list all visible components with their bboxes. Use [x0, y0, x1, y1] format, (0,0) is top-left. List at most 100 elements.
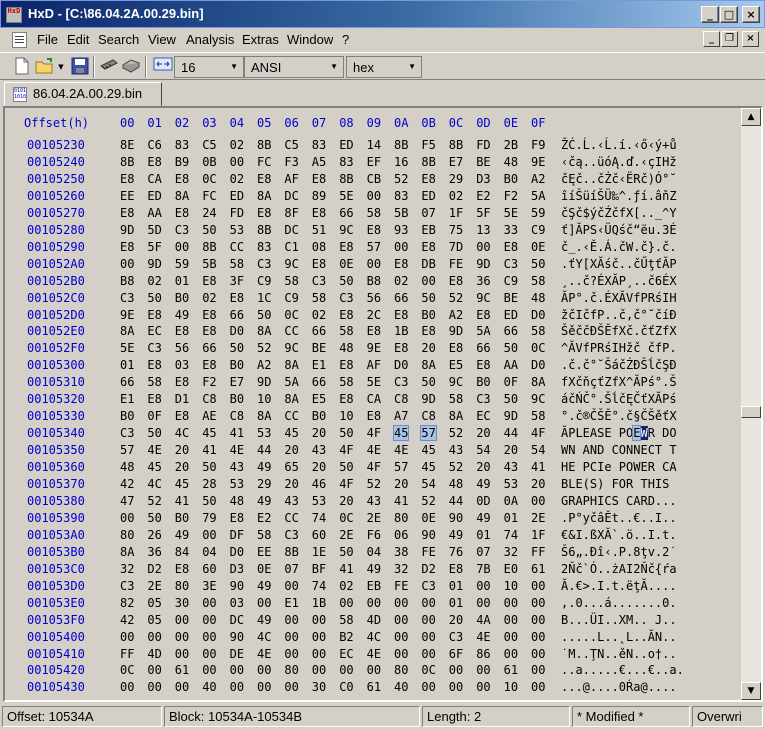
hex-byte[interactable]: E8 [147, 358, 161, 372]
hex-byte[interactable]: 79 [202, 511, 216, 525]
hex-byte[interactable]: 8B [257, 223, 271, 237]
hex-byte[interactable]: 00 [421, 680, 435, 694]
row-text[interactable]: Š6„.Đî‹.P.8ţv.2˙ [561, 545, 677, 559]
hex-byte[interactable]: E1 [120, 392, 134, 406]
hex-byte[interactable]: 5E [367, 375, 381, 389]
hex-byte[interactable]: 03 [175, 358, 189, 372]
hex-byte[interactable]: ED [147, 189, 161, 203]
hex-byte[interactable]: 20 [284, 477, 298, 491]
hex-byte[interactable]: 00 [147, 630, 161, 644]
hex-byte[interactable]: 8A [257, 409, 271, 423]
hex-byte[interactable]: 7D [449, 240, 463, 254]
hex-byte[interactable]: D0 [230, 545, 244, 559]
hex-byte[interactable]: 00 [394, 596, 408, 610]
hex-byte[interactable]: E8 [394, 308, 408, 322]
hex-byte[interactable]: 41 [339, 562, 353, 576]
hex-byte[interactable]: 51 [312, 223, 326, 237]
hex-row[interactable]: 001053C0 32 D2 E8 60 D3 0E 07 BF 41 49 32 D2 E8 7B E0 61… [5, 562, 741, 579]
scroll-up-button[interactable]: ▲ [741, 108, 761, 126]
tab-file[interactable]: 0101 1010 86.04.2A.00.29.bin [4, 82, 162, 106]
hex-byte[interactable]: 93 [394, 223, 408, 237]
hex-byte[interactable]: 02 [312, 308, 326, 322]
hex-byte[interactable]: 8A [257, 324, 271, 338]
hex-byte[interactable]: 9E [120, 308, 134, 322]
hex-byte[interactable]: E8 [449, 274, 463, 288]
menu-search[interactable]: Search [98, 32, 139, 47]
hex-byte[interactable]: 48 [531, 291, 545, 305]
hex-byte[interactable]: 50 [339, 460, 353, 474]
hex-byte[interactable]: C8 [230, 409, 244, 423]
hex-byte[interactable]: 01 [504, 511, 518, 525]
hex-byte[interactable]: 43 [284, 494, 298, 508]
hex-byte[interactable]: 66 [476, 341, 490, 355]
hex-byte[interactable]: EB [421, 223, 435, 237]
hex-byte[interactable]: C9 [531, 223, 545, 237]
mdi-minimize-button[interactable]: _ [703, 31, 720, 47]
hex-byte[interactable]: 58 [339, 613, 353, 627]
row-text[interactable]: Ă.€>.I.t.ëţĂ.... [561, 579, 677, 593]
hex-byte[interactable]: 13 [476, 223, 490, 237]
hex-byte[interactable]: CC [284, 511, 298, 525]
hex-byte[interactable]: 48 [449, 477, 463, 491]
hex-byte[interactable]: 54 [476, 443, 490, 457]
hex-byte[interactable]: C3 [120, 291, 134, 305]
hex-byte[interactable]: 47 [120, 494, 134, 508]
row-text[interactable]: ¸..č?ÉXĂP¸..č6ÉX [561, 274, 677, 288]
hex-byte[interactable]: 74 [312, 511, 326, 525]
hex-byte[interactable]: 50 [339, 545, 353, 559]
hex-byte[interactable]: 49 [257, 579, 271, 593]
hex-byte[interactable]: 49 [476, 511, 490, 525]
hex-byte[interactable]: 5F [147, 240, 161, 254]
hex-byte[interactable]: 66 [202, 341, 216, 355]
hex-byte[interactable]: 83 [257, 240, 271, 254]
hex-byte[interactable]: B0 [175, 511, 189, 525]
hex-byte[interactable]: 00 [504, 596, 518, 610]
hex-byte[interactable]: 00 [312, 663, 326, 677]
menu-view[interactable]: View [148, 32, 176, 47]
hex-byte[interactable]: 20 [449, 613, 463, 627]
hex-byte[interactable]: 45 [202, 426, 216, 440]
hex-byte[interactable]: 1B [312, 596, 326, 610]
hex-row[interactable]: 00105320 E1 E8 D1 C8 B0 10 8A E5 E8 CA C8 9D 58 C3 50 9C… [5, 392, 741, 409]
hex-byte[interactable]: 52 [449, 426, 463, 440]
hex-byte[interactable]: 58 [230, 257, 244, 271]
hex-byte[interactable]: 5B [202, 257, 216, 271]
hex-byte[interactable]: 2B [504, 138, 518, 152]
hex-byte[interactable]: E7 [230, 375, 244, 389]
hex-byte[interactable]: 02 [449, 189, 463, 203]
hex-byte[interactable]: E8 [312, 172, 326, 186]
hex-byte[interactable]: 02 [230, 172, 244, 186]
hex-byte[interactable]: 36 [476, 274, 490, 288]
row-text[interactable]: čŞč$ýčŹčfX[.._^Y [561, 206, 677, 220]
hex-byte[interactable]: 82 [120, 596, 134, 610]
hex-byte[interactable]: 41 [531, 460, 545, 474]
hex-row[interactable]: 00105280 9D 5D C3 50 53 8B DC 51 9C E8 93 EB 75 13 33 C9… [5, 223, 741, 240]
hex-byte[interactable]: 5E [504, 206, 518, 220]
hex-row[interactable]: 00105370 42 4C 45 28 53 29 20 46 4F 52 20 54 48 49 53 20… [5, 477, 741, 494]
hex-byte[interactable]: 02 [230, 138, 244, 152]
hex-byte[interactable]: 8B [339, 172, 353, 186]
hex-byte[interactable]: 00 [147, 663, 161, 677]
hex-byte[interactable]: CC [284, 409, 298, 423]
hex-byte[interactable]: 00 [202, 528, 216, 542]
hex-byte[interactable]: 00 [504, 630, 518, 644]
hex-byte[interactable]: 4E [257, 647, 271, 661]
hex-byte[interactable]: 00 [394, 613, 408, 627]
hex-byte[interactable]: 00 [284, 579, 298, 593]
hex-byte[interactable]: E8 [175, 172, 189, 186]
hex-row[interactable]: 00105410 FF 4D 00 00 DE 4E 00 00 EC 4E 00 00 6F 86 00 00… [5, 647, 741, 664]
hex-byte[interactable]: CC [284, 324, 298, 338]
hex-byte[interactable]: 00 [531, 647, 545, 661]
hex-byte[interactable]: 00 [476, 240, 490, 254]
hex-byte[interactable]: D0 [531, 358, 545, 372]
hex-byte[interactable]: B0 [175, 291, 189, 305]
hex-byte[interactable]: 83 [394, 189, 408, 203]
hex-byte[interactable]: 04 [367, 545, 381, 559]
hex-byte[interactable]: 00 [421, 647, 435, 661]
hex-byte[interactable]: 00 [202, 613, 216, 627]
hex-byte[interactable]: B0 [476, 375, 490, 389]
vertical-scrollbar[interactable]: ▲ ▼ [741, 108, 761, 700]
hex-byte[interactable]: B0 [421, 308, 435, 322]
hex-byte[interactable]: AF [367, 358, 381, 372]
hex-byte[interactable]: E8 [257, 206, 271, 220]
